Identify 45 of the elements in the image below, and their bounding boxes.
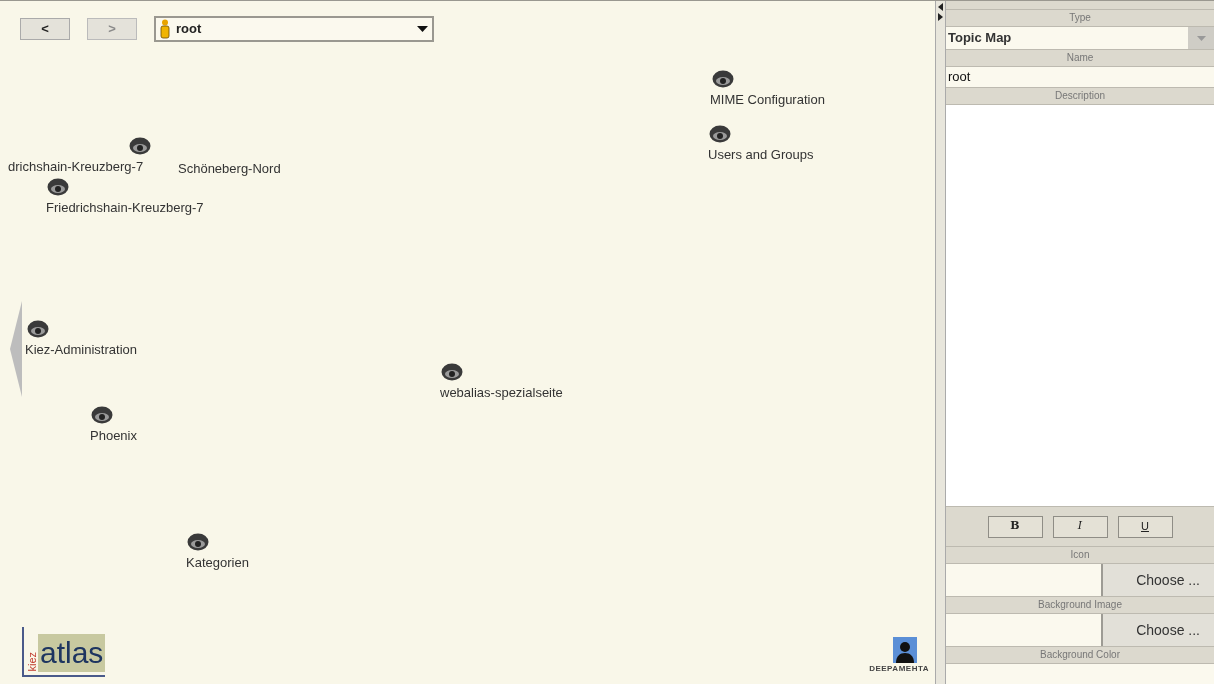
node-label: Kategorien — [186, 555, 249, 570]
node-label: Phoenix — [90, 428, 137, 443]
field-label: Type — [946, 9, 1214, 27]
eye-icon[interactable] — [712, 70, 734, 88]
right-arrow-icon[interactable] — [938, 13, 943, 21]
user-icon — [160, 19, 170, 39]
field-label: Name — [946, 49, 1214, 67]
map-name: root — [176, 20, 203, 39]
text-field[interactable] — [946, 664, 1214, 684]
node-label: Friedrichshain-Kreuzberg-7 — [46, 200, 204, 215]
eye-icon[interactable] — [441, 363, 463, 381]
eye-icon[interactable] — [129, 137, 151, 155]
left-arrow-icon[interactable] — [938, 3, 943, 11]
person-icon — [893, 637, 917, 663]
format-button[interactable]: U — [1117, 515, 1173, 538]
node-label: Users and Groups — [708, 147, 814, 162]
caret-icon — [417, 26, 428, 32]
node-label: webalias-spezialseite — [440, 385, 563, 400]
node-label: Kiez-Administration — [25, 342, 137, 357]
eye-icon[interactable] — [47, 178, 69, 196]
eye-icon[interactable] — [91, 406, 113, 424]
choose-button[interactable]: Choose ... — [1103, 614, 1214, 646]
logo-text: atlas — [38, 634, 106, 672]
eye-icon[interactable] — [27, 320, 49, 338]
format-button[interactable]: B — [987, 515, 1043, 538]
caret-icon — [1196, 35, 1206, 41]
eye-icon[interactable] — [187, 533, 209, 551]
text-field[interactable]: root — [946, 67, 1214, 87]
field-label: Background Image — [946, 596, 1214, 614]
field-label: Description — [946, 87, 1214, 105]
node-label: Schöneberg-Nord — [178, 161, 281, 176]
field-label: Icon — [946, 546, 1214, 564]
back-button[interactable]: < — [20, 18, 70, 40]
format-button[interactable]: I — [1052, 515, 1108, 538]
map-selector[interactable]: root — [154, 16, 434, 42]
file-field[interactable] — [946, 564, 1103, 596]
file-field[interactable] — [946, 614, 1103, 646]
node-label: drichshain-Kreuzberg-7 — [8, 159, 144, 174]
deepamehta-logo: DEEPAMEHTA — [869, 663, 929, 675]
eye-icon[interactable] — [709, 125, 731, 143]
logo-text: kiez — [27, 652, 38, 672]
description-field[interactable] — [946, 105, 1214, 506]
choose-button[interactable]: Choose ... — [1103, 564, 1214, 596]
field-label: Background Color — [946, 646, 1214, 664]
node-label: MIME Configuration — [710, 92, 825, 107]
